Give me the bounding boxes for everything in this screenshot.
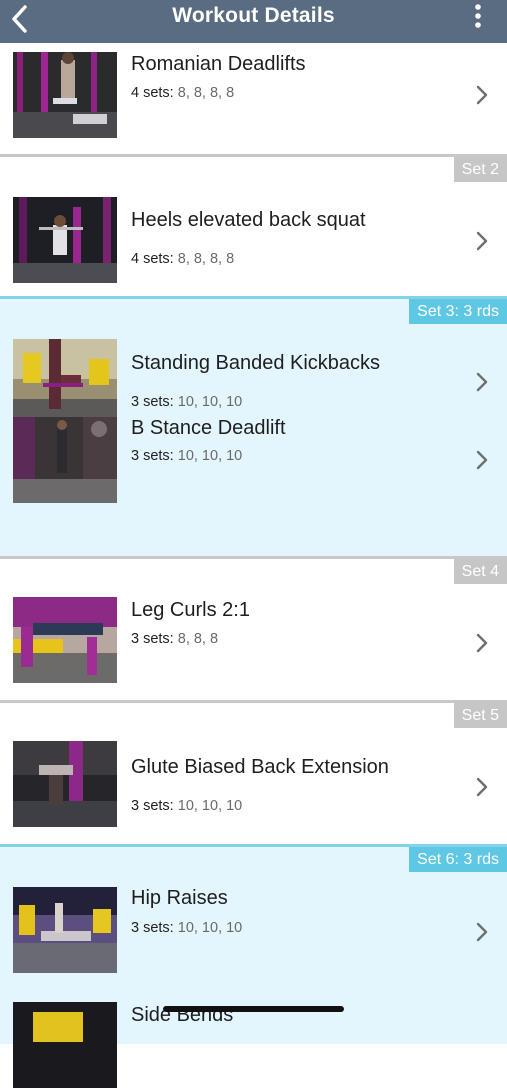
sets-reps: 8, 8, 8, 8 <box>177 85 235 101</box>
chevron-right-icon <box>476 231 488 251</box>
sets-reps: 8, 8, 8 <box>177 631 219 647</box>
exercise-row-hip-raises[interactable]: Hip Raises 3 sets: 10, 10, 10 <box>0 847 507 1002</box>
sets-count: 4 sets: <box>131 251 174 267</box>
sets-count: 3 sets: <box>131 394 174 410</box>
exercise-row-heels-elevated-back-squat[interactable]: Heels elevated back squat 4 sets: 8, 8, … <box>0 157 507 296</box>
exercise-row-leg-curls[interactable]: Leg Curls 2:1 3 sets: 8, 8, 8 <box>0 559 507 700</box>
exercise-sets: 3 sets: 10, 10, 10 <box>131 394 242 410</box>
sets-reps: 10, 10, 10 <box>177 448 243 464</box>
page-title: Workout Details <box>172 4 335 27</box>
exercise-list: Romanian Deadlifts 4 sets: 8, 8, 8, 8 Se… <box>0 43 507 1088</box>
chevron-right-icon <box>476 777 488 797</box>
exercise-thumbnail <box>13 417 117 503</box>
chevron-right-icon <box>476 85 488 105</box>
set-section-5: Set 5 Glute Biased Back Extension 3 sets… <box>0 700 507 844</box>
home-indicator[interactable] <box>163 1006 344 1012</box>
set-section-6: Set 6: 3 rds Hip Raises 3 sets: 10, 10, … <box>0 844 507 1088</box>
sets-count: 3 sets: <box>131 631 174 647</box>
chevron-right-icon <box>476 450 488 470</box>
exercise-name: B Stance Deadlift <box>131 417 286 439</box>
exercise-sets: 3 sets: 10, 10, 10 <box>131 448 242 464</box>
exercise-row-glute-biased-back-extension[interactable]: Glute Biased Back Extension 3 sets: 10, … <box>0 703 507 844</box>
set-section-3: Set 3: 3 rds Standing Banded Kickbacks 3… <box>0 296 507 556</box>
sets-reps: 8, 8, 8, 8 <box>177 251 235 267</box>
exercise-sets: 4 sets: 8, 8, 8, 8 <box>131 85 234 101</box>
exercise-thumbnail <box>13 339 117 425</box>
exercise-thumbnail <box>13 597 117 683</box>
chevron-right-icon <box>476 633 488 653</box>
exercise-sets: 3 sets: 10, 10, 10 <box>131 920 242 936</box>
exercise-row-romanian-deadlifts[interactable]: Romanian Deadlifts 4 sets: 8, 8, 8, 8 <box>0 43 507 154</box>
exercise-thumbnail <box>13 887 117 973</box>
exercise-sets: 3 sets: 8, 8, 8 <box>131 631 218 647</box>
more-vertical-icon[interactable] <box>471 4 485 30</box>
chevron-right-icon <box>476 922 488 942</box>
exercise-sets: 4 sets: 8, 8, 8, 8 <box>131 251 234 267</box>
sets-count: 3 sets: <box>131 920 174 936</box>
exercise-sets: 3 sets: 10, 10, 10 <box>131 798 242 814</box>
exercise-row-b-stance-deadlift[interactable]: B Stance Deadlift 3 sets: 10, 10, 10 <box>0 417 507 556</box>
exercise-thumbnail <box>13 741 117 827</box>
exercise-name: Heels elevated back squat <box>131 209 366 231</box>
exercise-name: Glute Biased Back Extension <box>131 756 389 778</box>
sets-reps: 10, 10, 10 <box>177 798 243 814</box>
app-header: Workout Details <box>0 0 507 43</box>
chevron-right-icon <box>476 372 488 392</box>
exercise-thumbnail <box>13 197 117 283</box>
sets-reps: 10, 10, 10 <box>177 394 243 410</box>
set-section-2: Set 2 Heels elevated back squat 4 sets: … <box>0 154 507 296</box>
exercise-row-standing-banded-kickbacks[interactable]: Standing Banded Kickbacks 3 sets: 10, 10… <box>0 299 507 425</box>
exercise-name: Leg Curls 2:1 <box>131 599 250 621</box>
sets-reps: 10, 10, 10 <box>177 920 243 936</box>
sets-count: 3 sets: <box>131 798 174 814</box>
sets-count: 4 sets: <box>131 85 174 101</box>
exercise-name: Standing Banded Kickbacks <box>131 352 381 374</box>
exercise-name: Romanian Deadlifts <box>131 53 306 75</box>
sets-count: 3 sets: <box>131 448 174 464</box>
exercise-thumbnail <box>13 1002 117 1088</box>
exercise-name: Hip Raises <box>131 887 228 909</box>
set-section-1: Romanian Deadlifts 4 sets: 8, 8, 8, 8 <box>0 43 507 154</box>
set-section-4: Set 4 Leg Curls 2:1 3 sets: 8, 8, 8 <box>0 556 507 700</box>
exercise-thumbnail <box>13 52 117 138</box>
